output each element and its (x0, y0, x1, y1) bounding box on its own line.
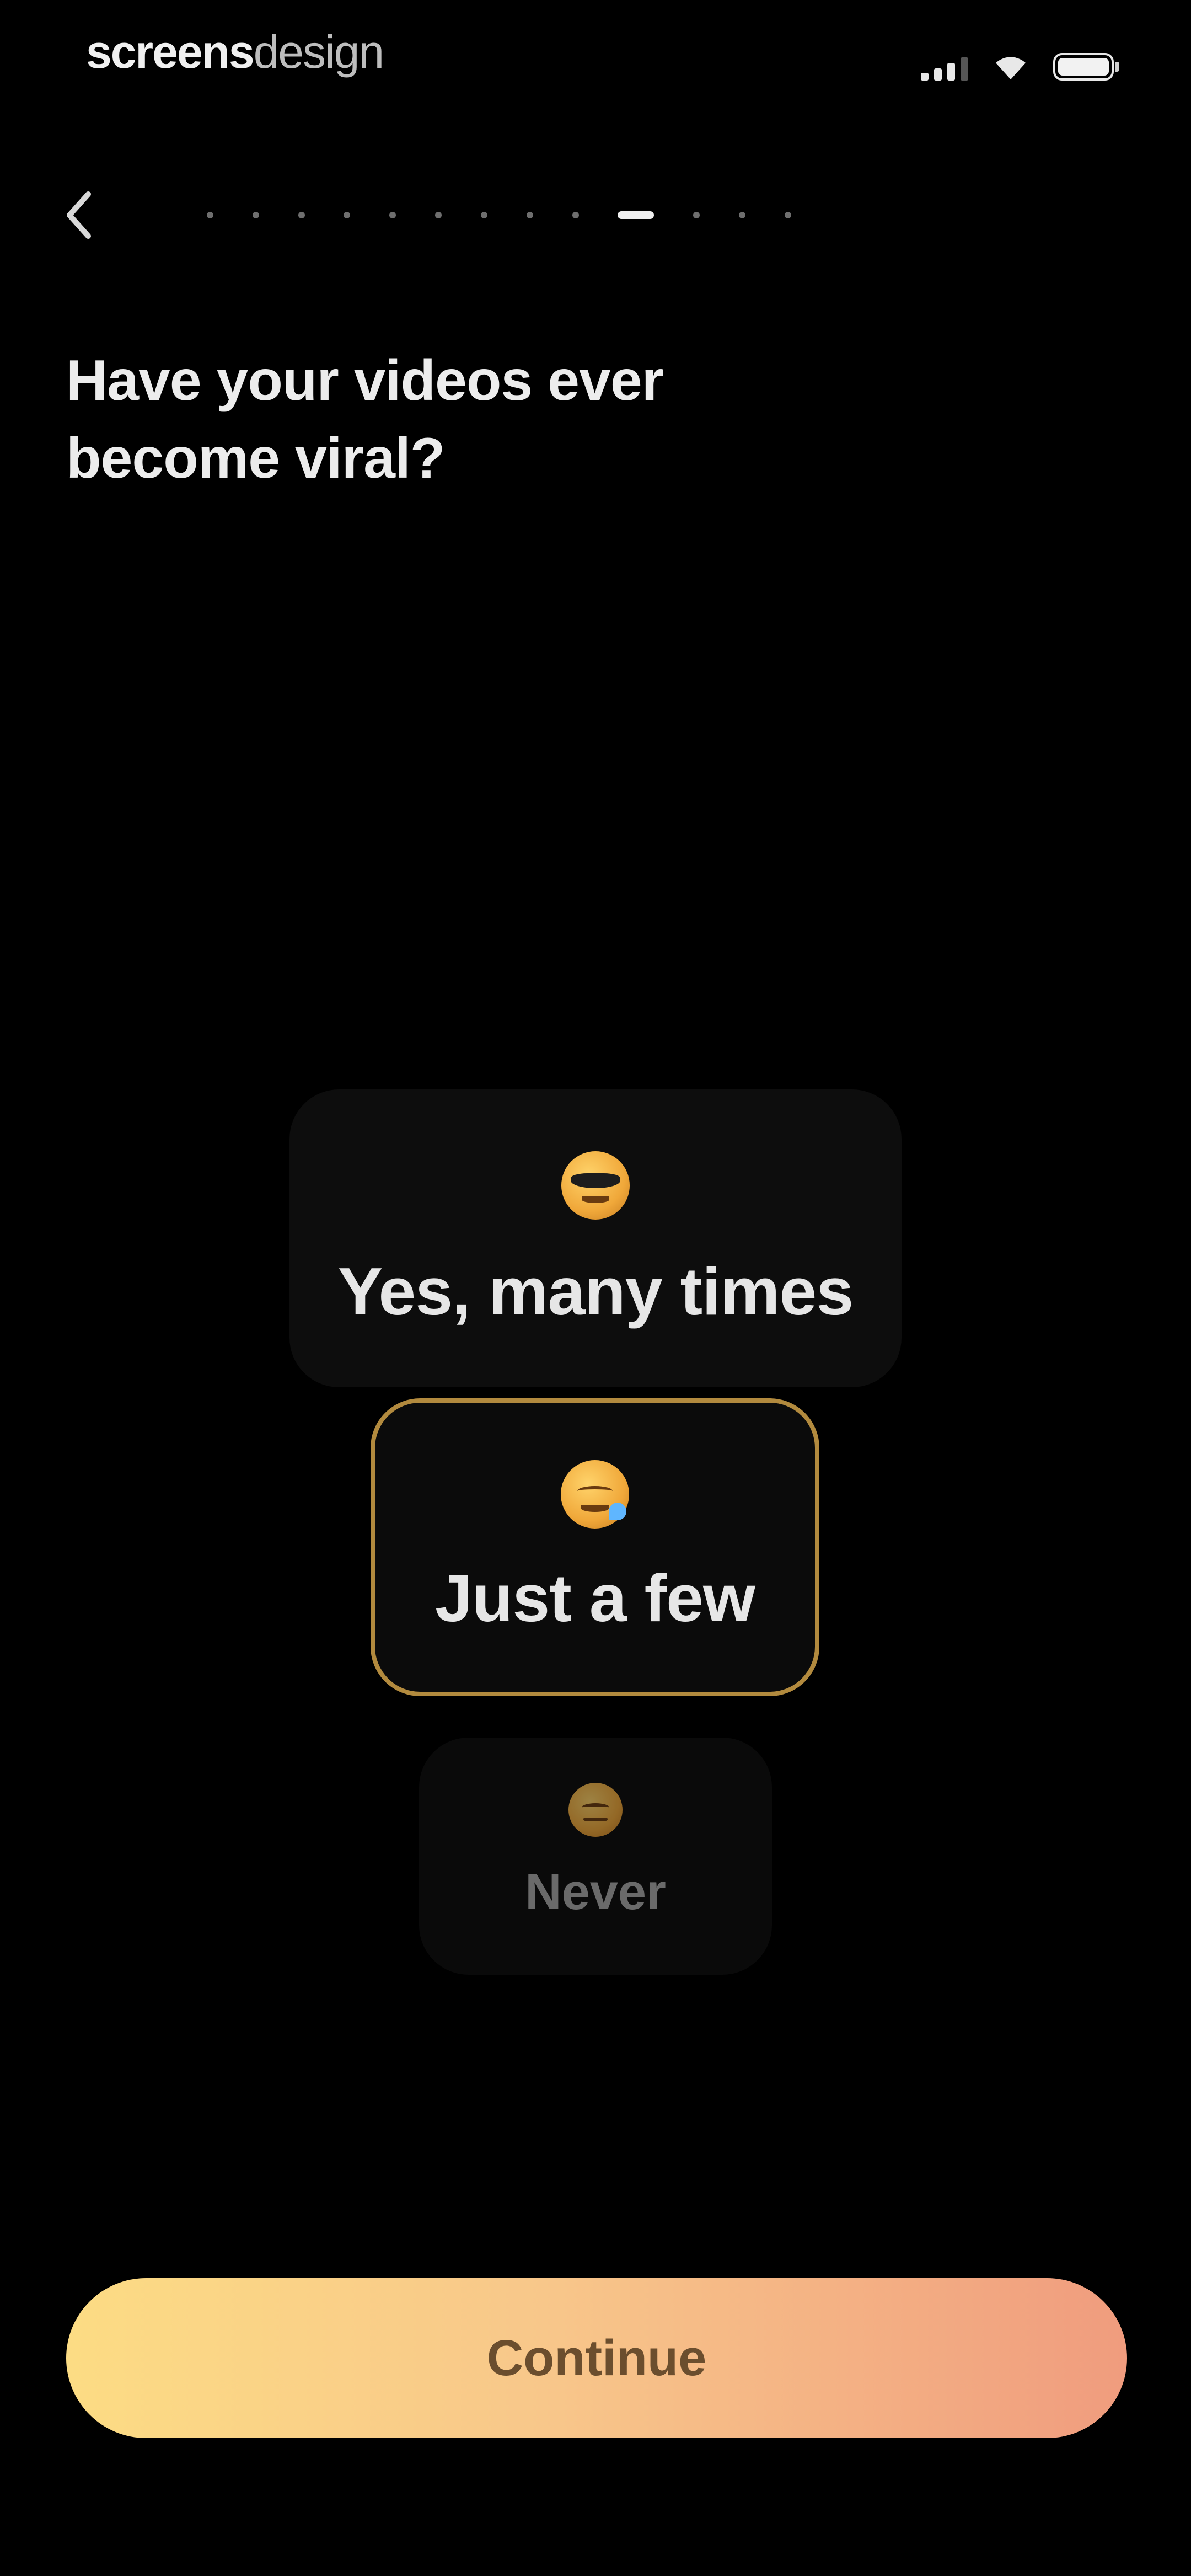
status-bar: screensdesign (0, 0, 1191, 121)
progress-step (572, 212, 579, 218)
option-never[interactable]: Never (419, 1738, 772, 1975)
battery-icon (1053, 53, 1119, 81)
option-just-a-few[interactable]: Just a few (371, 1398, 819, 1696)
option-label: Just a few (435, 1560, 755, 1636)
brand-watermark: screensdesign (86, 26, 385, 78)
option-yes-many-times[interactable]: Yes, many times (289, 1089, 902, 1387)
sweat-smile-face-icon (561, 1460, 629, 1529)
progress-step (526, 212, 533, 218)
brand-bold: screens (86, 26, 255, 78)
sunglasses-face-icon (561, 1151, 630, 1220)
progress-step (298, 212, 305, 218)
back-button[interactable] (53, 182, 106, 248)
progress-step (389, 212, 396, 218)
progress-step (207, 212, 213, 218)
progress-step (693, 212, 700, 218)
progress-step (480, 212, 487, 218)
progress-step (435, 212, 442, 218)
progress-step-current (618, 211, 654, 219)
cellular-signal-icon (921, 56, 968, 81)
question-title: Have your videos ever become viral? (66, 349, 664, 491)
wifi-icon (996, 57, 1026, 79)
step-progress-indicator (207, 211, 791, 219)
status-icons (921, 53, 1119, 81)
chevron-left-icon (67, 191, 91, 239)
continue-button[interactable]: Continue (66, 2278, 1127, 2438)
progress-step (739, 212, 746, 218)
option-label: Never (525, 1864, 666, 1920)
progress-step (252, 212, 259, 218)
brand-light: design (253, 26, 385, 78)
progress-step (784, 212, 791, 218)
expressionless-face-icon (568, 1783, 623, 1837)
progress-step (344, 212, 351, 218)
option-label: Yes, many times (337, 1254, 854, 1329)
